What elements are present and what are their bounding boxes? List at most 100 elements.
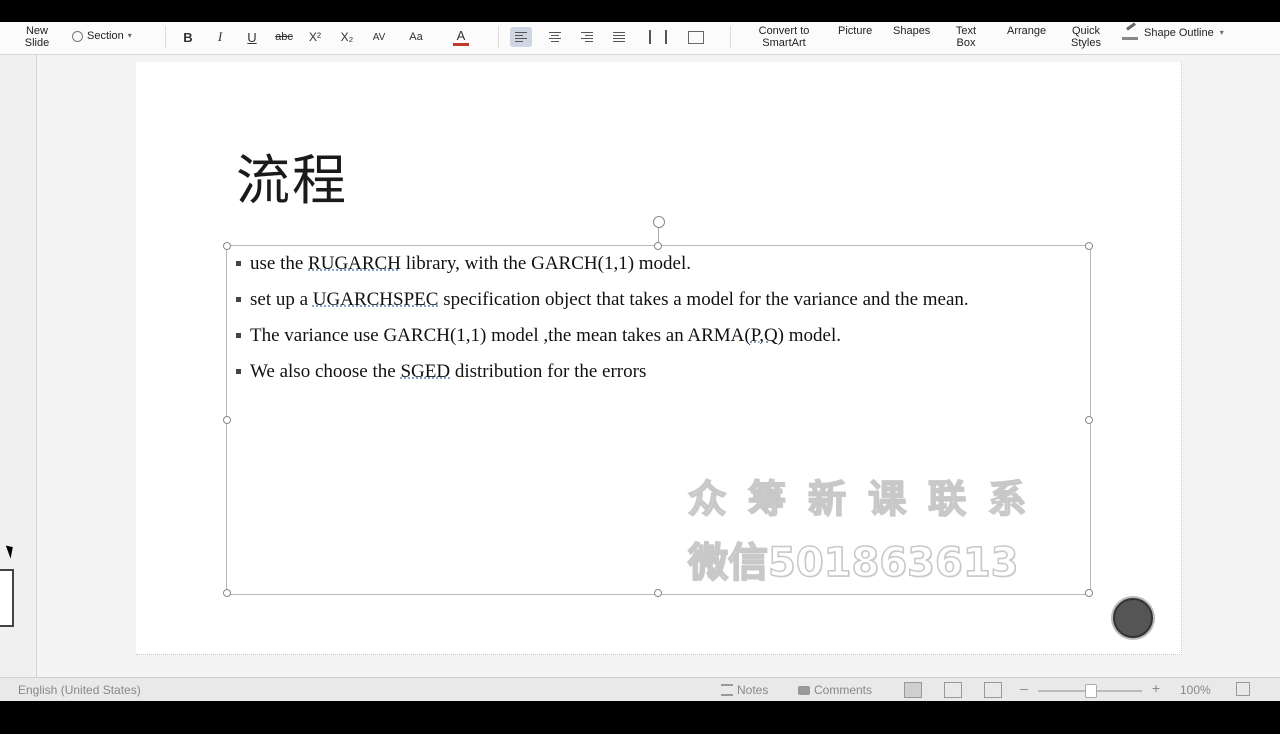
arrange-button[interactable]: Arrange: [1007, 25, 1046, 37]
resize-handle[interactable]: [223, 242, 231, 250]
align-center-button[interactable]: [544, 27, 566, 47]
language-indicator[interactable]: English (United States): [18, 683, 141, 697]
picture-button[interactable]: Picture: [838, 25, 872, 37]
spellcheck-word: SGED: [400, 361, 451, 382]
status-bar: English (United States) Notes Comments –…: [0, 677, 1280, 702]
resize-handle[interactable]: [1085, 416, 1093, 424]
change-case-button[interactable]: Aa: [405, 26, 427, 48]
bullet-marker: [236, 261, 241, 266]
bullet-marker: [236, 333, 241, 338]
watermark-line-1: 众筹新课联系: [687, 476, 1049, 522]
zoom-slider-knob[interactable]: [1085, 684, 1097, 698]
resize-handle[interactable]: [1085, 242, 1093, 250]
text-direction-button[interactable]: [645, 27, 667, 47]
resize-handle[interactable]: [223, 416, 231, 424]
bullet-list[interactable]: use the RUGARCH library, with the GARCH(…: [236, 252, 1086, 396]
smartart-label-2: SmartArt: [762, 37, 806, 49]
text-box-label-1: Text: [955, 25, 977, 37]
bullet-text: use the: [250, 253, 309, 274]
slide-thumbnail-pane[interactable]: [0, 55, 37, 677]
rotate-handle-icon[interactable]: [653, 216, 665, 228]
new-slide-button[interactable]: New Slide: [22, 25, 52, 49]
spellcheck-word: RUGARCH: [308, 253, 401, 274]
bullet-text: ) model.: [777, 325, 841, 346]
pen-icon: [1122, 22, 1138, 40]
comment-icon: [798, 685, 810, 695]
character-spacing-button[interactable]: AV: [368, 26, 390, 48]
text-box-label-2: Box: [956, 37, 976, 49]
bullet-marker: [236, 297, 241, 302]
font-color-swatch: [453, 42, 469, 46]
shape-outline-button[interactable]: Shape Outline ▾: [1122, 22, 1224, 40]
window-top-bar: [0, 0, 1280, 22]
ribbon-toolbar: New Slide Section ▾ B I U abc X² X₂ AV A…: [0, 22, 1280, 55]
notes-button[interactable]: Notes: [721, 683, 768, 697]
justify-icon: [613, 32, 625, 44]
resize-handle[interactable]: [1085, 589, 1093, 597]
font-color-label: A: [456, 27, 466, 43]
zoom-out-icon[interactable]: –: [1020, 680, 1028, 696]
text-box-button[interactable]: Text Box: [951, 25, 981, 49]
shape-outline-label: Shape Outline: [1144, 26, 1214, 39]
italic-button[interactable]: I: [212, 26, 228, 48]
align-left-icon: [515, 32, 527, 44]
superscript-button[interactable]: X²: [304, 26, 326, 48]
subscript-button[interactable]: X₂: [336, 26, 358, 48]
window-bottom-bar: [0, 701, 1280, 734]
quick-styles-label-2: Styles: [1071, 37, 1101, 49]
bullet-text: set up a: [250, 289, 313, 310]
new-slide-label-1: New: [25, 25, 48, 37]
align-right-button[interactable]: [576, 27, 598, 47]
resize-handle[interactable]: [654, 242, 662, 250]
font-color-button[interactable]: A: [452, 26, 470, 48]
spellcheck-word: UGARCHSPEC: [312, 289, 439, 310]
spellcheck-word: P,Q: [750, 325, 778, 346]
text-direction-icon: [649, 30, 667, 44]
columns-button[interactable]: [684, 27, 706, 47]
watermark-line-2: 微信501863613: [687, 539, 1019, 587]
justify-button[interactable]: [608, 27, 630, 47]
normal-view-icon[interactable]: [904, 682, 922, 698]
comments-button[interactable]: Comments: [798, 683, 872, 697]
section-label: Section: [87, 30, 124, 42]
strikethrough-button[interactable]: abc: [272, 26, 296, 48]
bold-button[interactable]: B: [180, 26, 196, 48]
record-button[interactable]: [1113, 598, 1153, 638]
slide-title[interactable]: 流程: [236, 136, 348, 215]
resize-handle[interactable]: [654, 589, 662, 597]
notes-label: Notes: [737, 683, 769, 697]
bullet-item: set up a UGARCHSPEC specification object…: [236, 288, 1086, 311]
bullet-item: The variance use GARCH(1,1) model ,the m…: [236, 324, 1086, 347]
chevron-down-icon: ▾: [1219, 27, 1224, 37]
columns-icon: [688, 31, 704, 44]
slide-thumbnail[interactable]: [0, 569, 14, 627]
quick-styles-button[interactable]: Quick Styles: [1068, 25, 1104, 49]
fit-to-window-icon[interactable]: [1236, 682, 1250, 696]
reading-view-icon[interactable]: [984, 682, 1002, 698]
ribbon-divider: [498, 26, 499, 48]
bullet-text: distribution for the errors: [450, 361, 647, 382]
zoom-level[interactable]: 100%: [1180, 683, 1211, 697]
align-center-icon: [549, 32, 561, 44]
smartart-label-1: Convert to: [758, 25, 810, 37]
ribbon-divider: [730, 26, 731, 48]
bullet-item: use the RUGARCH library, with the GARCH(…: [236, 252, 1086, 275]
zoom-in-icon[interactable]: +: [1152, 680, 1160, 696]
bullet-marker: [236, 369, 241, 374]
align-left-button[interactable]: [510, 27, 532, 47]
section-button[interactable]: Section ▾: [72, 30, 132, 42]
shapes-button[interactable]: Shapes: [893, 25, 930, 37]
chevron-down-icon: ▾: [127, 31, 132, 40]
notes-icon: [721, 684, 733, 696]
slide-sorter-icon[interactable]: [944, 682, 962, 698]
align-right-icon: [581, 32, 593, 44]
section-icon: [72, 30, 83, 42]
quick-styles-label-1: Quick: [1071, 25, 1101, 37]
underline-button[interactable]: U: [244, 26, 260, 48]
convert-to-smartart-button[interactable]: Convert to SmartArt: [752, 25, 816, 49]
bullet-text: The variance use GARCH(1,1) model ,the m…: [250, 325, 751, 346]
ribbon-divider: [165, 26, 166, 48]
bullet-text: specification object that takes a model …: [438, 289, 969, 310]
resize-handle[interactable]: [223, 589, 231, 597]
bullet-text: We also choose the: [250, 361, 401, 382]
